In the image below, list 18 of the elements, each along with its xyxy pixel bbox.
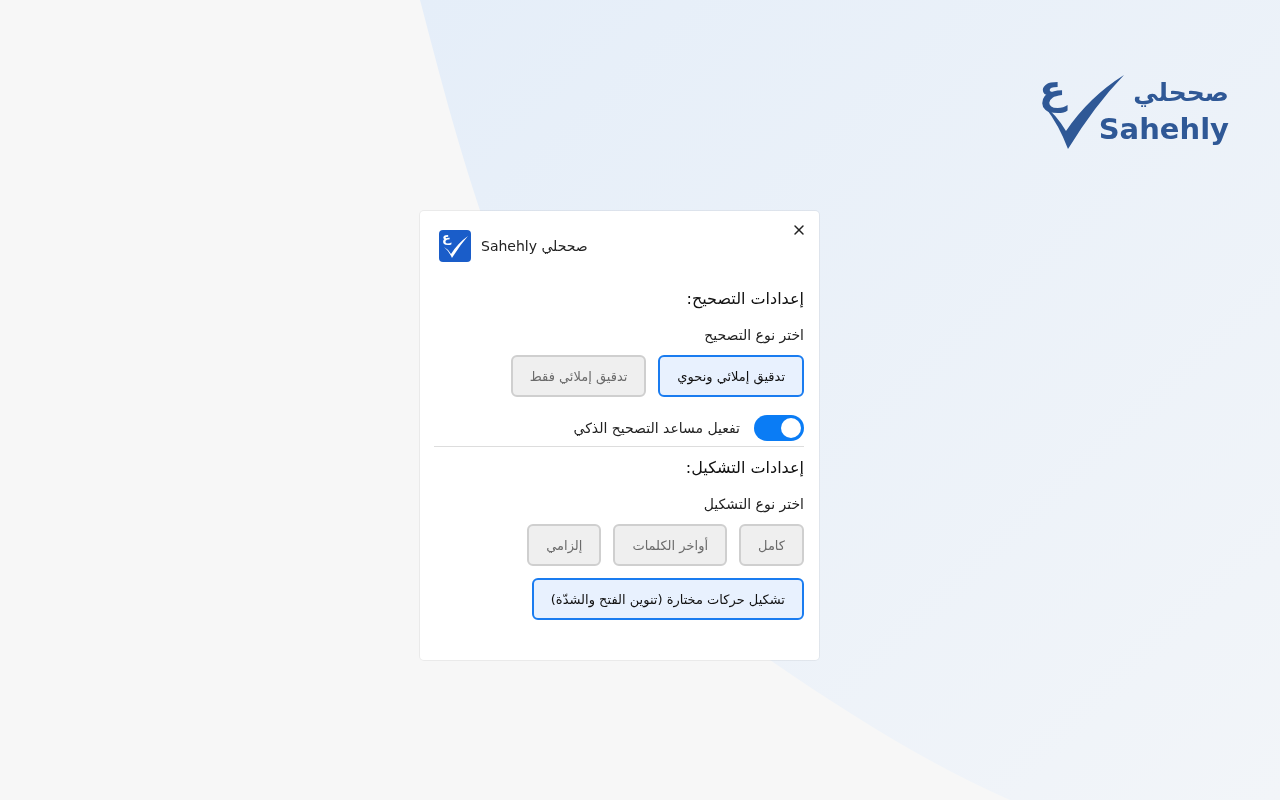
option-button[interactable]: تشكيل حركات مختارة (تنوين الفتح والشدّة) [531,578,804,620]
field-label: اختر نوع التشكيل [702,495,804,514]
option-button[interactable]: كامل [739,524,804,566]
close-icon [791,222,807,238]
option-button[interactable]: تدقيق إملائي فقط [510,355,647,397]
toggle-label: تفعيل مساعد التصحيح الذكي [573,420,740,436]
section-heading: إعدادات التشكيل: [684,457,804,479]
section-heading: إعدادات التصحيح: [685,288,804,311]
field-label: اختر نوع التصحيح [703,326,804,345]
dialog-title: صححلي Sahehly [481,238,588,254]
logo-letter: ع [442,231,451,244]
option-button[interactable]: تدقيق إملائي ونحوي [658,355,804,397]
toggle-switch[interactable] [754,415,804,441]
logo-wordmark: Sahehly [1098,111,1229,147]
option-button[interactable]: إلزامي [527,524,602,566]
option-button[interactable]: أواخر الكلمات [613,524,728,566]
close-button[interactable] [791,222,807,238]
logo-arabic-text: صححلي [1133,77,1229,109]
